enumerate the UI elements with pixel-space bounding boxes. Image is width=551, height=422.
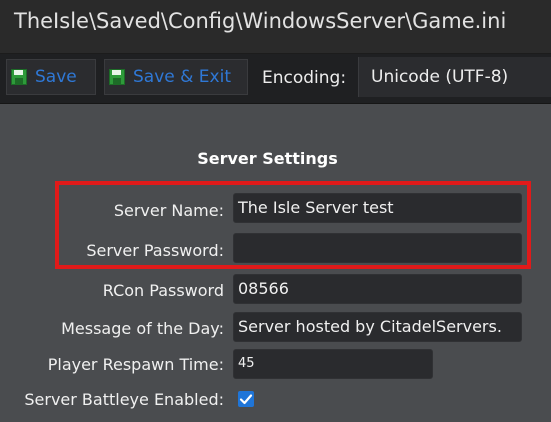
motd-label: Message of the Day: — [61, 319, 224, 338]
respawn-time-label: Player Respawn Time: — [47, 355, 224, 374]
battleye-label: Server Battleye Enabled: — [24, 390, 224, 409]
motd-field[interactable]: Server hosted by CitadelServers. — [233, 312, 522, 342]
save-exit-button[interactable]: Save & Exit — [104, 59, 248, 95]
floppy-disk-icon — [109, 69, 125, 85]
section-title: Server Settings — [197, 149, 338, 168]
server-name-field[interactable]: The Isle Server test — [233, 193, 522, 223]
server-name-label: Server Name: — [113, 201, 224, 220]
window-title: TheIsle\Saved\Config\WindowsServer\Game.… — [14, 9, 507, 33]
respawn-time-field[interactable]: 45 — [233, 349, 433, 379]
encoding-label: Encoding: — [262, 68, 347, 88]
save-exit-button-label: Save & Exit — [133, 67, 231, 87]
save-button-label: Save — [35, 67, 77, 87]
save-button[interactable]: Save — [6, 59, 96, 95]
battleye-checkbox[interactable] — [238, 391, 254, 407]
server-password-label: Server Password: — [86, 241, 224, 260]
toolbar: Save Save & Exit Encoding: Unicode (UTF-… — [0, 54, 551, 104]
checkmark-icon — [239, 394, 253, 405]
server-password-field[interactable] — [233, 233, 522, 263]
floppy-disk-icon — [11, 69, 27, 85]
title-bar: TheIsle\Saved\Config\WindowsServer\Game.… — [0, 0, 551, 54]
rcon-password-field[interactable]: 08566 — [233, 274, 522, 304]
encoding-select[interactable]: Unicode (UTF-8) — [358, 57, 551, 97]
rcon-password-label: RCon Password — [102, 281, 224, 300]
